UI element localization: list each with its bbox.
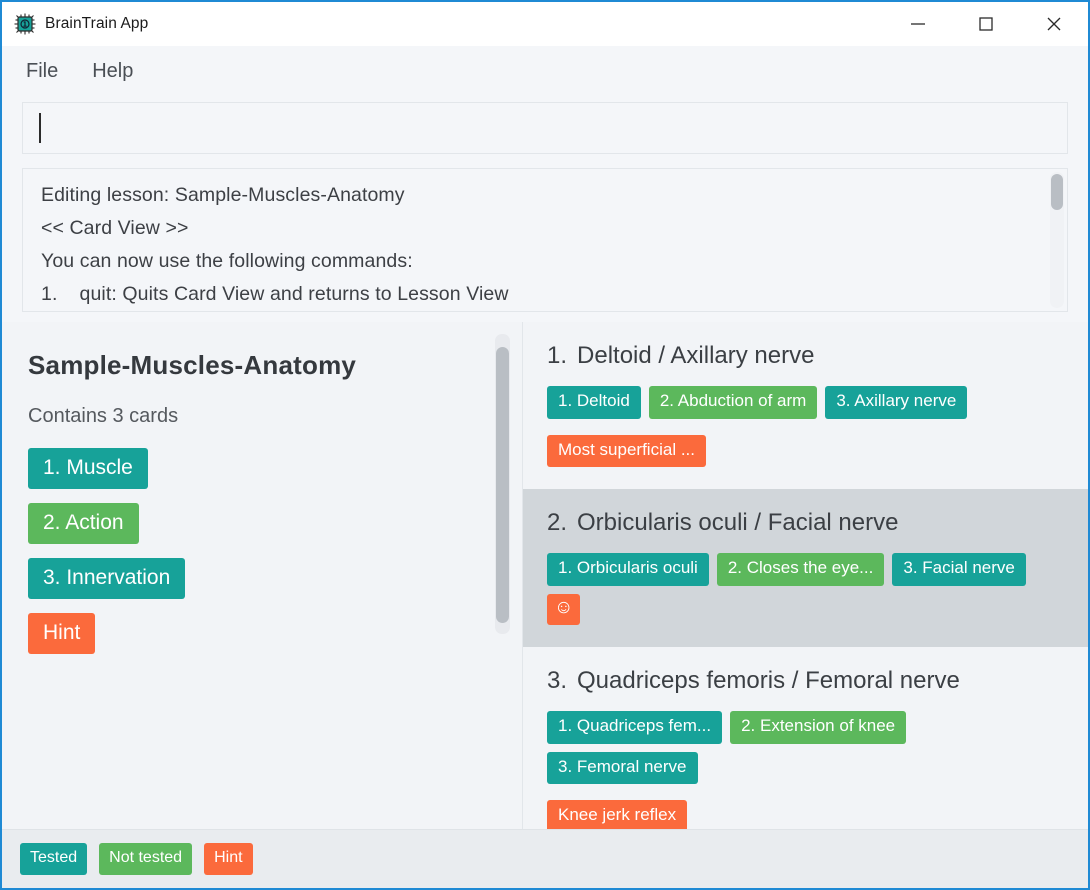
command-input[interactable] xyxy=(22,102,1068,154)
microchip-icon xyxy=(14,13,36,35)
console-output[interactable]: Editing lesson: Sample-Muscles-Anatomy <… xyxy=(22,168,1068,312)
lesson-field-chip[interactable]: 1. Muscle xyxy=(28,448,148,490)
console-area: Editing lesson: Sample-Muscles-Anatomy <… xyxy=(2,160,1088,322)
maximize-button[interactable] xyxy=(952,2,1020,46)
card-row[interactable]: 2. Orbicularis oculi / Facial nerve 1. Or… xyxy=(523,489,1088,647)
lesson-hint-chip[interactable]: Hint xyxy=(28,613,96,655)
lesson-panel: Sample-Muscles-Anatomy Contains 3 cards … xyxy=(2,322,522,829)
card-title-text: Orbicularis oculi / Facial nerve xyxy=(577,509,899,537)
card-title: 2. Orbicularis oculi / Facial nerve xyxy=(547,509,1064,537)
card-hint-chip[interactable]: Most superficial ... xyxy=(547,434,706,468)
title-bar-left: BrainTrain App xyxy=(2,13,148,35)
legend-bar: Tested Not tested Hint xyxy=(2,829,1088,888)
console-line: You can now use the following commands: xyxy=(41,250,413,272)
card-chip[interactable]: 3. Femoral nerve xyxy=(547,751,698,785)
card-title-text: Deltoid / Axillary nerve xyxy=(577,342,815,369)
card-chip[interactable]: 2. Extension of knee xyxy=(730,710,907,744)
legend-chip-hint: Hint xyxy=(204,843,253,875)
window-title: BrainTrain App xyxy=(45,15,149,32)
card-title: 3. Quadriceps femoris / Femoral nerve xyxy=(547,667,1064,695)
text-caret xyxy=(39,113,41,143)
lesson-field-chip[interactable]: 2. Action xyxy=(28,503,139,545)
lesson-title: Sample-Muscles-Anatomy xyxy=(28,350,357,380)
card-chip[interactable]: 1. Deltoid xyxy=(547,386,641,419)
card-row[interactable]: 3. Quadriceps femoris / Femoral nerve 1. … xyxy=(523,647,1088,829)
card-chip[interactable]: 3. Axillary nerve xyxy=(825,386,968,419)
card-chips: 1. Quadriceps fem... 2. Extension of kne… xyxy=(547,710,1064,829)
window-controls xyxy=(884,2,1088,46)
card-chip[interactable]: 3. Facial nerve xyxy=(892,553,1026,587)
legend-chip-not-tested: Not tested xyxy=(99,843,193,875)
minimize-button[interactable] xyxy=(884,2,952,46)
console-line: << Card View >> xyxy=(41,217,189,239)
card-chip[interactable]: 1. Quadriceps fem... xyxy=(547,710,723,744)
card-title: 1. Deltoid / Axillary nerve xyxy=(547,342,1064,370)
cards-panel: 1. Deltoid / Axillary nerve 1. Deltoid 2.… xyxy=(522,322,1088,829)
lesson-field-list: 1. Muscle 2. Action 3. Innervation Hint xyxy=(28,448,492,655)
card-hint-chip[interactable]: Knee jerk reflex xyxy=(547,800,688,829)
lesson-panel-scrollbar-thumb[interactable] xyxy=(496,347,509,623)
lesson-panel-scrollbar[interactable] xyxy=(495,334,510,634)
card-chip[interactable]: 1. Orbicularis oculi xyxy=(547,553,709,587)
card-chip[interactable]: 2. Closes the eye... xyxy=(716,553,885,587)
menu-bar: File Help xyxy=(2,46,1088,96)
main-content: Sample-Muscles-Anatomy Contains 3 cards … xyxy=(2,322,1088,829)
title-bar: BrainTrain App xyxy=(2,2,1088,46)
menu-item-file[interactable]: File xyxy=(24,57,60,85)
console-line: Editing lesson: Sample-Muscles-Anatomy xyxy=(41,184,405,206)
menu-item-help[interactable]: Help xyxy=(90,57,135,85)
card-chips: 1. Orbicularis oculi 2. Closes the eye..… xyxy=(547,553,1064,625)
app-window: BrainTrain App File Help Editing lesson:… xyxy=(0,0,1090,890)
card-chip[interactable]: 2. Abduction of arm xyxy=(648,386,818,419)
console-line: 1. quit: Quits Card View and returns to … xyxy=(41,283,509,305)
smiley-face-icon[interactable]: ☺ xyxy=(547,594,581,625)
console-scrollbar-thumb[interactable] xyxy=(1051,174,1063,210)
close-button[interactable] xyxy=(1020,2,1088,46)
card-index: 2. xyxy=(547,509,568,537)
card-index: 3. xyxy=(547,666,568,694)
card-index: 1. xyxy=(547,342,568,369)
legend-chip-tested: Tested xyxy=(20,843,88,875)
lesson-card-count: Contains 3 cards xyxy=(28,405,179,427)
card-chips: 1. Deltoid 2. Abduction of arm 3. Axilla… xyxy=(547,386,1064,468)
card-title-text: Quadriceps femoris / Femoral nerve xyxy=(577,666,960,694)
card-row[interactable]: 1. Deltoid / Axillary nerve 1. Deltoid 2.… xyxy=(523,322,1088,489)
console-scrollbar[interactable] xyxy=(1050,172,1064,308)
command-input-area xyxy=(2,96,1088,160)
lesson-field-chip[interactable]: 3. Innervation xyxy=(28,558,186,600)
